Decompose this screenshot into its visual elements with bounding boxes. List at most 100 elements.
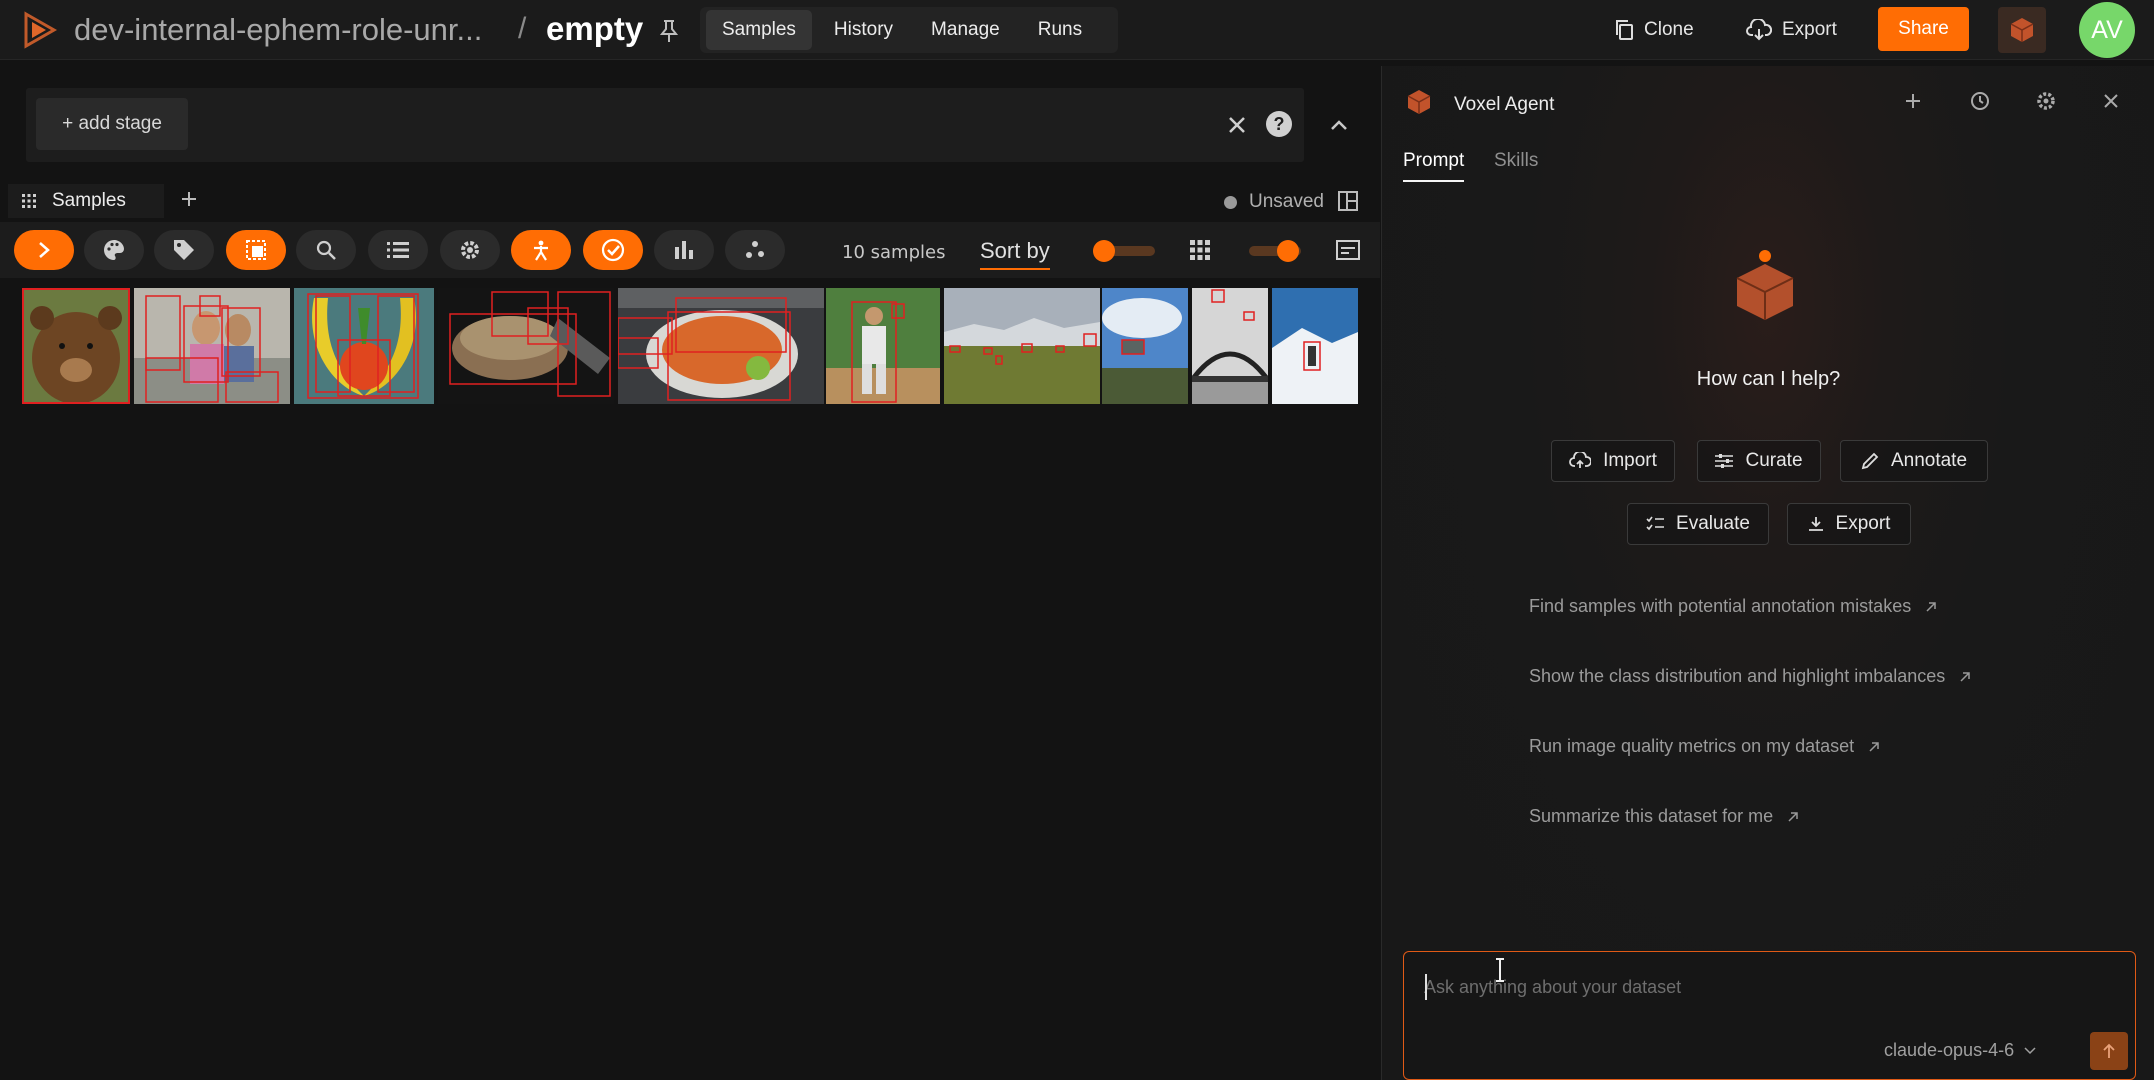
samples-toolbar: 10 samples Sort by [0, 222, 1380, 278]
suggestion-item[interactable]: Find samples with potential annotation m… [1529, 596, 1937, 617]
checklist-icon [1646, 516, 1665, 531]
search-button[interactable] [296, 230, 356, 270]
gear-icon[interactable] [2035, 90, 2057, 112]
tab-history[interactable]: History [818, 10, 909, 50]
sliders-icon [1715, 454, 1734, 468]
annotate-label: Annotate [1890, 450, 1968, 471]
sample-thumbnail[interactable] [438, 288, 614, 404]
add-stage-button[interactable]: + add stage [36, 98, 188, 150]
app-logo-icon[interactable] [20, 10, 60, 50]
download-icon [1808, 517, 1823, 531]
clone-button[interactable]: Clone [1614, 15, 1694, 45]
unsaved-status: Unsaved [1224, 191, 1324, 213]
agent-cube-icon [1407, 90, 1431, 114]
suggestion-item[interactable]: Summarize this dataset for me [1529, 806, 1799, 827]
sample-thumbnail[interactable] [1192, 288, 1268, 404]
curate-button[interactable]: Curate [1697, 440, 1821, 482]
sort-order-knob[interactable] [1093, 240, 1115, 262]
sample-thumbnail[interactable] [944, 288, 1100, 404]
avatar[interactable]: AV [2079, 2, 2135, 58]
close-icon[interactable] [1222, 110, 1252, 140]
share-button[interactable]: Share [1878, 7, 1969, 51]
selection-button[interactable] [226, 230, 286, 270]
help-icon[interactable]: ? [1266, 111, 1292, 137]
import-button[interactable]: Import [1551, 440, 1675, 482]
histograms-button[interactable] [654, 230, 714, 270]
cloud-upload-icon [1569, 452, 1592, 468]
suggestion-item[interactable]: Run image quality metrics on my dataset [1529, 736, 1880, 757]
chevron-down-icon [2024, 1046, 2036, 1054]
sample-thumbnail[interactable] [294, 288, 434, 404]
add-panel-icon[interactable] [180, 190, 198, 208]
sample-image [1272, 288, 1358, 404]
chevron-up-icon[interactable] [1326, 114, 1352, 136]
sample-count: 10 samples [842, 242, 946, 263]
arrow-up-right-icon [1869, 741, 1879, 752]
view-name[interactable]: empty [546, 10, 643, 48]
status-dot [1224, 195, 1237, 209]
dataset-name[interactable]: dev-internal-ephem-role-unr... [74, 12, 482, 48]
sample-thumbnail[interactable] [1102, 288, 1188, 404]
sample-thumbnail[interactable] [618, 288, 824, 404]
layout-icon[interactable] [1337, 190, 1359, 212]
voxel-cube-icon [1736, 250, 1794, 320]
suggestion-text: Summarize this dataset for me [1529, 806, 1774, 826]
arrow-up-right-icon [1926, 601, 1936, 612]
tab-skills[interactable]: Skills [1494, 150, 1538, 180]
annotate-button[interactable]: Annotate [1840, 440, 1988, 482]
sample-thumbnail[interactable] [134, 288, 290, 404]
close-icon[interactable] [2100, 90, 2122, 112]
pin-icon[interactable] [658, 18, 680, 44]
evaluation-button[interactable] [583, 230, 643, 270]
settings-button[interactable] [440, 230, 500, 270]
sample-image [134, 288, 290, 404]
agent-panel: Voxel Agent Prompt Skills How can I help… [1381, 66, 2154, 1080]
sample-thumbnail[interactable] [22, 288, 130, 404]
sort-by-button[interactable]: Sort by [980, 238, 1050, 270]
import-label: Import [1603, 450, 1657, 471]
list-icon [387, 242, 409, 258]
chat-box: claude-opus-4-6 [1403, 951, 2136, 1080]
sample-thumbnail[interactable] [1272, 288, 1358, 404]
samples-tab-label: Samples [52, 190, 126, 211]
suggestion-text: Run image quality metrics on my dataset [1529, 736, 1855, 756]
export-action-button[interactable]: Export [1787, 503, 1911, 545]
tab-prompt[interactable]: Prompt [1403, 150, 1465, 182]
export-action-label: Export [1835, 513, 1891, 534]
chat-input[interactable] [1424, 972, 2024, 1002]
model-selector[interactable]: claude-opus-4-6 [1884, 1040, 2036, 1061]
view-bar: + add stage ? [26, 88, 1304, 162]
tab-samples[interactable]: Samples [706, 10, 812, 50]
sample-image [826, 288, 940, 404]
person-icon [534, 240, 548, 261]
tab-manage[interactable]: Manage [915, 10, 1016, 50]
grid-zoom-knob[interactable] [1277, 240, 1299, 262]
sample-image [618, 288, 824, 404]
embeddings-button[interactable] [725, 230, 785, 270]
sample-image [294, 288, 434, 404]
caption-icon[interactable] [1336, 240, 1360, 260]
grid-view-icon[interactable] [1190, 240, 1210, 260]
top-bar: dev-internal-ephem-role-unr... / empty S… [0, 0, 2154, 60]
suggestion-item[interactable]: Show the class distribution and highligh… [1529, 666, 1971, 687]
help-heading: How can I help? [1696, 368, 1841, 390]
tab-runs[interactable]: Runs [1022, 10, 1098, 50]
new-chat-icon[interactable] [1902, 90, 1924, 112]
export-button[interactable]: Export [1746, 15, 1837, 45]
send-button[interactable] [2090, 1032, 2128, 1070]
expand-button[interactable] [14, 230, 74, 270]
list-button[interactable] [368, 230, 428, 270]
text-cursor-icon [1496, 958, 1504, 982]
sample-thumbnail[interactable] [826, 288, 940, 404]
unsaved-label: Unsaved [1249, 191, 1324, 212]
color-scheme-button[interactable] [84, 230, 144, 270]
evaluate-button[interactable]: Evaluate [1627, 503, 1769, 545]
patches-button[interactable] [511, 230, 571, 270]
suggestion-text: Show the class distribution and highligh… [1529, 666, 1946, 686]
suggestion-text: Find samples with potential annotation m… [1529, 596, 1912, 616]
agent-toggle-button[interactable] [1998, 7, 2046, 53]
samples-panel-tab[interactable]: Samples [8, 184, 164, 218]
history-icon[interactable] [1969, 90, 1991, 112]
tag-button[interactable] [154, 230, 214, 270]
model-label: claude-opus-4-6 [1884, 1040, 2015, 1060]
